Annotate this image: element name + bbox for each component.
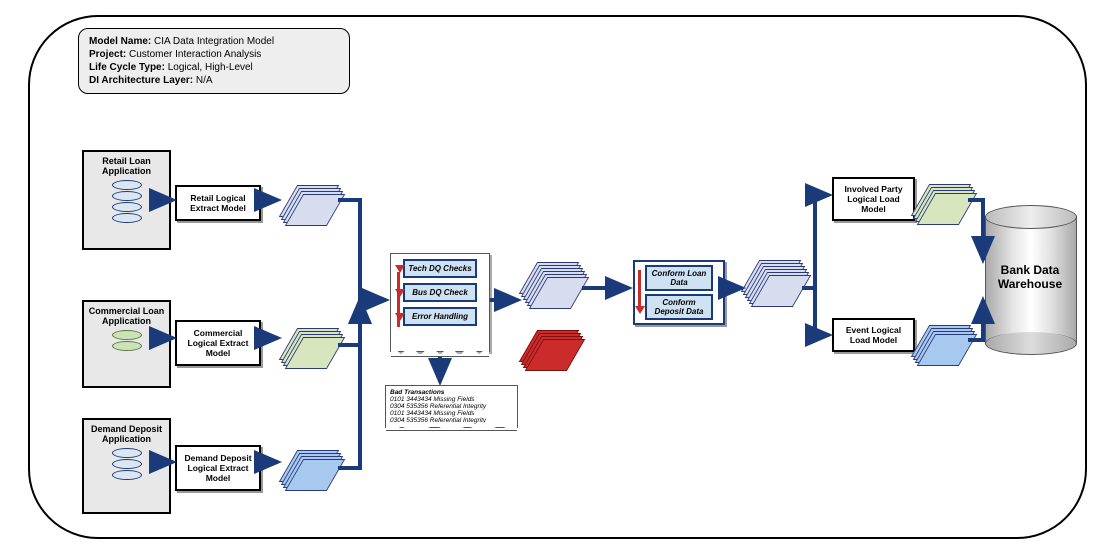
reject-stack [528, 330, 574, 366]
clean-stack [528, 262, 574, 310]
dq-process: Tech DQ Checks Bus DQ Check Error Handli… [390, 253, 490, 352]
error-handling-step: Error Handling [403, 307, 477, 326]
conform-process: Conform Loan Data Conform Deposit Data [633, 260, 725, 325]
retail-output-stack [288, 185, 334, 221]
retail-extract-box: Retail Logical Extract Model [175, 185, 261, 221]
demand-deposit-app: Demand Deposit Application [82, 418, 171, 514]
model-legend: Model Name: CIA Data Integration Model P… [78, 28, 350, 94]
conformed-stack [750, 260, 796, 308]
retail-loan-app: Retail Loan Application [82, 150, 171, 250]
deposit-extract-box: Demand Deposit Logical Extract Model [175, 445, 261, 491]
commercial-disk-icon [84, 330, 169, 351]
deposit-disk-icon [84, 448, 169, 480]
warehouse-cylinder: Bank Data Warehouse [985, 205, 1075, 355]
bus-dq-step: Bus DQ Check [403, 283, 477, 302]
retail-app-label: Retail Loan Application [84, 156, 169, 176]
event-load: Event Logical Load Model [832, 318, 915, 352]
bad-transactions-note: Bad Transactions 0101 3443434 Missing Fi… [385, 385, 518, 428]
conform-loan-step: Conform Loan Data [645, 265, 713, 291]
retail-disk-icon [84, 180, 169, 223]
commercial-loan-app: Commercial Loan Application [82, 300, 171, 388]
deposit-output-stack [288, 450, 334, 486]
deposit-app-label: Demand Deposit Application [84, 424, 169, 444]
tech-dq-step: Tech DQ Checks [403, 259, 477, 278]
conform-deposit-step: Conform Deposit Data [645, 294, 713, 320]
commercial-output-stack [288, 328, 334, 364]
party-output-stack [920, 184, 966, 220]
warehouse-label: Bank Data Warehouse [985, 263, 1075, 291]
involved-party-load: Involved Party Logical Load Model [832, 177, 915, 221]
commercial-extract-box: Commercial Logical Extract Model [175, 320, 261, 366]
event-output-stack [920, 325, 966, 361]
commercial-app-label: Commercial Loan Application [84, 306, 169, 326]
diagram-canvas: Model Name: CIA Data Integration Model P… [0, 0, 1111, 551]
